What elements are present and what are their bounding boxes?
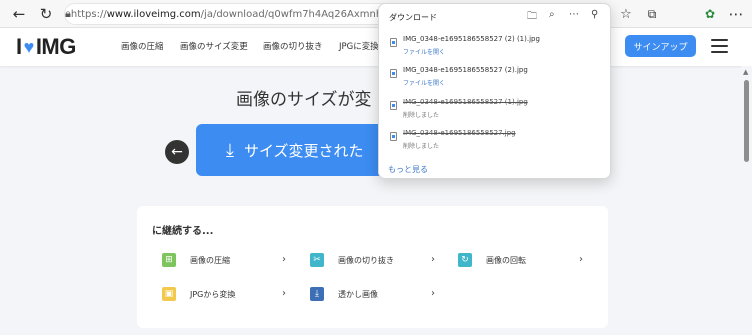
open-folder-icon[interactable]: 🗀 (527, 9, 537, 26)
address-bar[interactable]: 🔒︎ https://www.iloveimg.com/ja/download/… (64, 3, 394, 25)
download-filename: IMG_0348-e1695186558527 (2).jpg (403, 66, 528, 74)
tool-label: JPGから変換 (190, 289, 236, 299)
tool-label: 画像の回転 (486, 255, 526, 265)
image-file-icon (390, 69, 397, 78)
chevron-right-icon[interactable]: › (431, 288, 435, 299)
jpg-convert-icon: ▣ (162, 287, 176, 301)
tool-watermark[interactable]: ⤓ 透かし画像 (310, 284, 378, 304)
site-header: I ♥ IMG 画像の圧縮 画像のサイズ変更 画像の切り抜き JPGに変換 サインア… (0, 28, 752, 66)
heart-icon: ♥ (23, 36, 35, 57)
crop-icon: ✂ (310, 253, 324, 267)
nav-convert-to-jpg[interactable]: JPGに変換 (339, 40, 379, 52)
tool-crop[interactable]: ✂ 画像の切り抜き (310, 250, 394, 270)
watermark-icon: ⤓ (310, 287, 324, 301)
logo-text-img: IMG (35, 34, 77, 59)
download-button-label: サイズ変更された (243, 141, 364, 160)
chevron-right-icon[interactable]: › (431, 254, 435, 265)
chevron-right-icon[interactable]: › (282, 288, 286, 299)
open-file-link[interactable]: ファイルを開く (403, 78, 445, 87)
menu-dots-icon[interactable]: ⋯ (726, 4, 746, 24)
continue-title: に継続する... (152, 226, 214, 237)
chevron-right-icon[interactable]: › (579, 254, 583, 265)
back-button[interactable]: ← (165, 140, 189, 164)
address-url: https://www.iloveimg.com/ja/download/q0w… (70, 8, 394, 20)
more-options-icon[interactable]: ⋯ (569, 9, 579, 20)
tool-rotate[interactable]: ↻ 画像の回転 (458, 250, 526, 270)
image-file-icon (390, 132, 397, 141)
downloads-title: ダウンロード (389, 13, 437, 22)
download-item-deleted[interactable]: IMG_0348-e1695186558527 (1).jpg 削除しました (387, 98, 603, 122)
download-item[interactable]: IMG_0348-e1695186558527 (2) (1).jpg ファイル… (387, 35, 603, 59)
extension-icon[interactable]: ✿ (700, 4, 720, 24)
download-resized-button[interactable]: ⤓ サイズ変更された (196, 124, 396, 176)
download-icon: ⤓ (226, 139, 234, 161)
downloads-flyout: ダウンロード 🗀 ⌕ ⋯ ⚲ IMG_0348-e1695186558527 (… (378, 3, 611, 179)
rotate-icon: ↻ (458, 253, 472, 267)
tool-label: 透かし画像 (338, 289, 378, 299)
deleted-status: 削除しました (403, 112, 440, 119)
scroll-up-icon[interactable]: ▲ (743, 68, 748, 76)
download-filename: IMG_0348-e1695186558527 (1).jpg (403, 98, 528, 106)
collections-icon[interactable]: ⧉ (642, 4, 662, 24)
tool-label: 画像の圧縮 (190, 255, 230, 265)
see-more-link[interactable]: もっと見る (388, 164, 428, 175)
refresh-icon[interactable]: ↻ (36, 4, 56, 24)
logo-text-i: I (16, 34, 22, 59)
browser-toolbar: ← ↻ 🔒︎ https://www.iloveimg.com/ja/downl… (0, 0, 752, 28)
arrow-left-icon: ← (171, 144, 183, 160)
chevron-right-icon[interactable]: › (282, 254, 286, 265)
signup-button[interactable]: サインアップ (625, 35, 696, 57)
search-icon[interactable]: ⌕ (549, 9, 555, 20)
deleted-status: 削除しました (403, 143, 440, 150)
hamburger-menu-icon[interactable] (711, 39, 728, 53)
back-arrow-icon[interactable]: ← (9, 4, 29, 24)
download-item[interactable]: IMG_0348-e1695186558527 (2).jpg ファイルを開く (387, 66, 603, 90)
download-filename: IMG_0348-e1695186558527.jpg (403, 129, 516, 137)
scroll-thumb[interactable] (744, 80, 749, 162)
compress-icon: ⊞ (162, 253, 176, 267)
favorites-icon[interactable]: ☆ (616, 4, 636, 24)
nav-compress[interactable]: 画像の圧縮 (121, 40, 164, 52)
nav-resize[interactable]: 画像のサイズ変更 (180, 40, 248, 52)
continue-card: に継続する... ⊞ 画像の圧縮 › ✂ 画像の切り抜き › ↻ 画像の回転 ›… (137, 206, 608, 328)
pin-icon[interactable]: ⚲ (591, 9, 598, 20)
image-file-icon (390, 101, 397, 110)
tool-compress[interactable]: ⊞ 画像の圧縮 (162, 250, 230, 270)
tool-label: 画像の切り抜き (338, 255, 394, 265)
tool-convert-from-jpg[interactable]: ▣ JPGから変換 (162, 284, 235, 304)
download-filename: IMG_0348-e1695186558527 (2) (1).jpg (403, 35, 540, 43)
image-file-icon (390, 38, 397, 47)
open-file-link[interactable]: ファイルを開く (403, 47, 445, 56)
page-title: 画像のサイズが変 (236, 90, 372, 110)
iloveimg-logo[interactable]: I ♥ IMG (16, 34, 76, 60)
nav-crop[interactable]: 画像の切り抜き (263, 40, 323, 52)
download-item-deleted[interactable]: IMG_0348-e1695186558527.jpg 削除しました (387, 129, 603, 153)
